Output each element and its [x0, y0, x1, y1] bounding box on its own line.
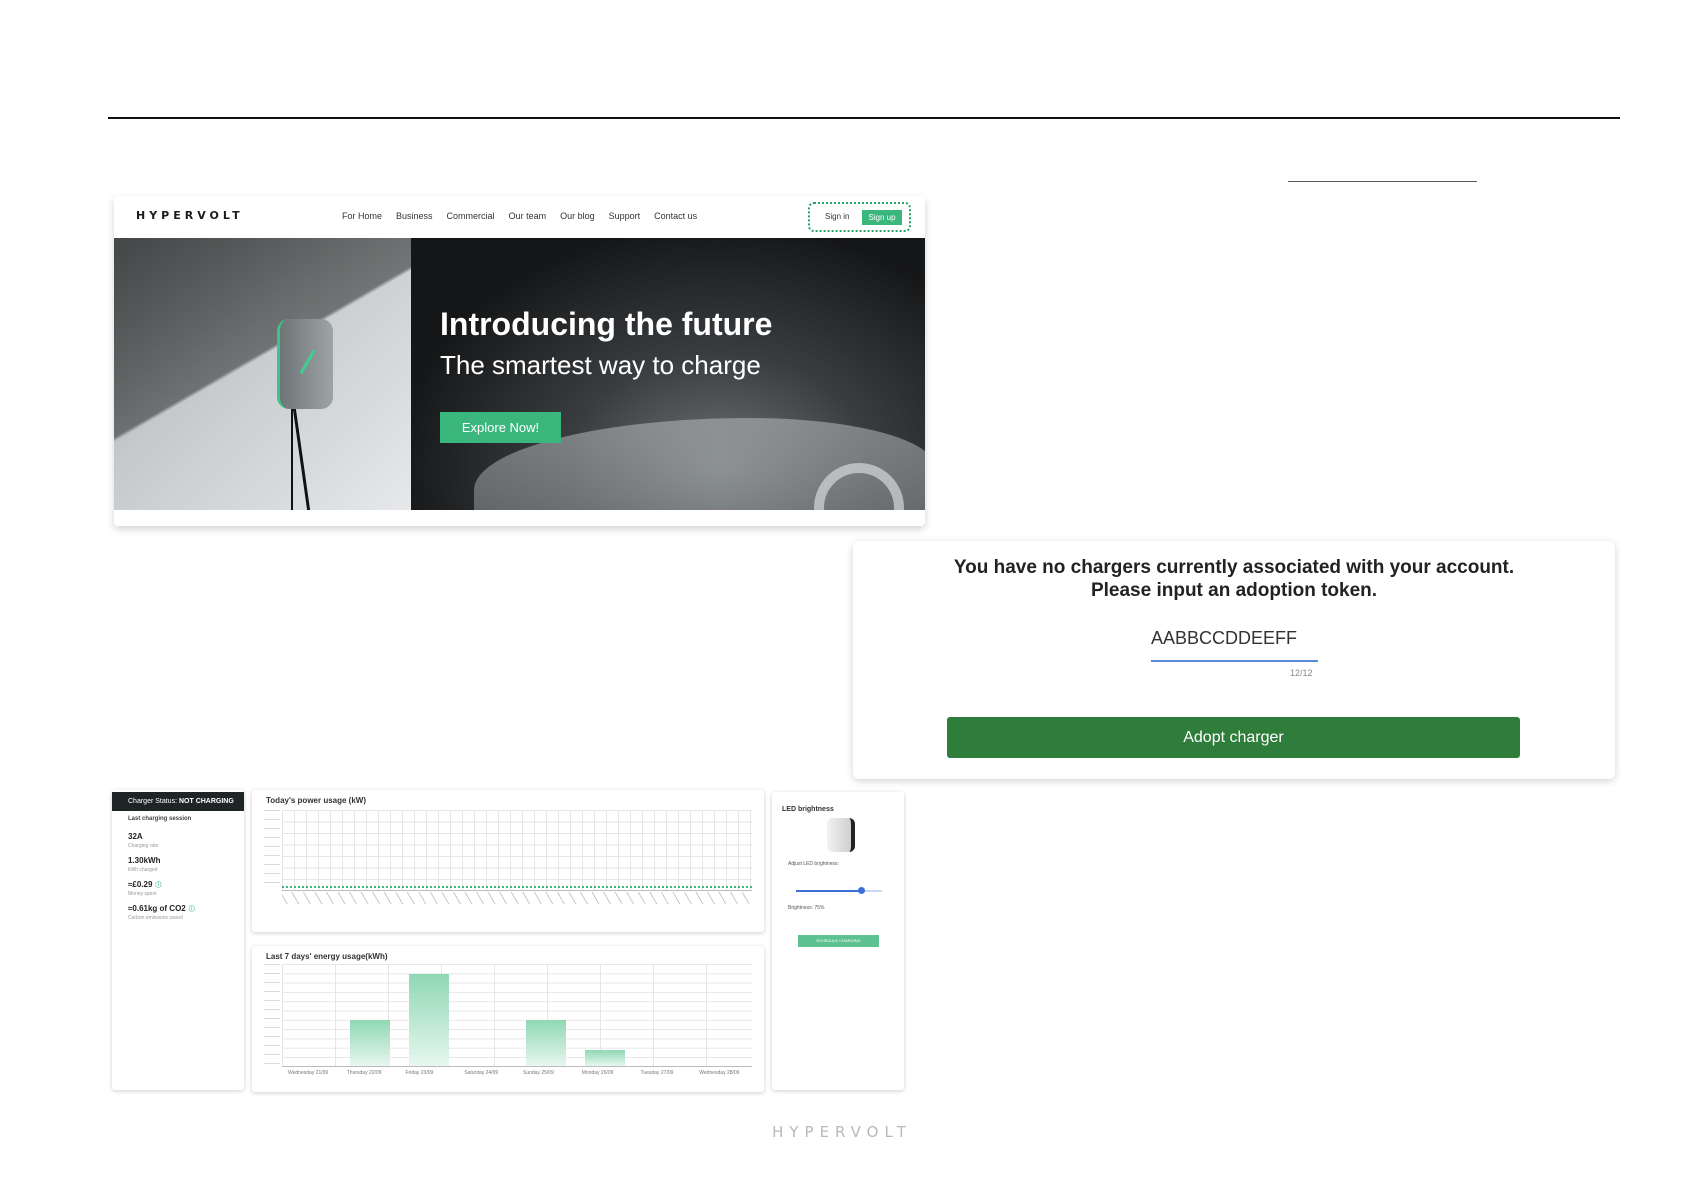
status-value: NOT CHARGING — [178, 798, 234, 805]
energy-x-label: Tuesday 27/09 — [640, 1070, 674, 1076]
hero-subtitle: The smartest way to charge — [440, 350, 761, 380]
energy-x-label: Thursday 22/09 — [346, 1070, 382, 1076]
site-navbar: HYPERVOLT For Home Business Commercial O… — [114, 196, 925, 238]
energy-y-axis — [264, 964, 280, 1066]
energy-charged-label: kWh charged — [128, 867, 158, 873]
energy-x-label: Sunday 25/09 — [523, 1070, 554, 1076]
adopt-message-line1: You have no chargers currently associate… — [953, 557, 1515, 578]
led-brightness-slider[interactable] — [796, 887, 882, 894]
energy-x-label: Wednesday 21/09 — [288, 1070, 329, 1076]
explore-now-button[interactable]: Explore Now! — [440, 412, 561, 443]
co2-saved: ≈0.61kg of CO2 ⓘ — [128, 904, 195, 913]
adopt-message-line2: Please input an adoption token. — [1090, 580, 1378, 601]
status-label: Charger Status: — [128, 798, 179, 805]
schedule-charging-button[interactable]: SCHEDULE CHARGING — [798, 935, 879, 947]
charger-image — [277, 319, 333, 409]
led-brightness-value: Brightness: 75% — [788, 905, 825, 911]
token-input-underline — [1151, 660, 1318, 662]
charging-current-label: Charging rate — [128, 843, 159, 849]
led-panel: LED brightness Adjust LED brightness: Br… — [772, 792, 904, 1090]
energy-bar — [408, 974, 449, 1066]
energy-usage-panel: Last 7 days' energy usage(kWh) Wednesday… — [252, 946, 764, 1092]
hero-banner: Introducing the future The smartest way … — [114, 238, 925, 510]
energy-x-label: Saturday 24/09 — [464, 1070, 499, 1076]
money-spent-label: Money spent — [128, 891, 157, 897]
token-char-counter: 12/12 — [1290, 668, 1313, 678]
energy-x-label: Wednesday 28/09 — [699, 1070, 740, 1076]
led-brightness-title: LED brightness — [782, 806, 834, 813]
power-x-axis — [282, 892, 752, 904]
charger-device-icon — [827, 818, 855, 852]
signin-link[interactable]: Sign in — [825, 212, 849, 221]
hero-title: Introducing the future — [440, 306, 773, 342]
hero-wall-shadow — [114, 238, 411, 510]
slider-fill — [796, 890, 861, 892]
nav-our-team[interactable]: Our team — [509, 211, 547, 221]
charging-current: 32A — [128, 832, 143, 841]
nav-support[interactable]: Support — [609, 211, 641, 221]
power-y-axis — [264, 810, 280, 890]
power-usage-title: Today's power usage (kW) — [266, 796, 366, 805]
nav-links: For Home Business Commercial Our team Ou… — [342, 211, 711, 221]
dashboard-preview: Charger Status: NOT CHARGING Last chargi… — [108, 790, 910, 1092]
money-spent: ≈£0.29 ⓘ — [128, 880, 161, 889]
footer-hypervolt-logo: HYPERVOLT — [772, 1123, 912, 1141]
charger-status-bar: Charger Status: NOT CHARGING — [112, 792, 244, 811]
short-divider — [1288, 181, 1477, 182]
adoption-token-input[interactable] — [1151, 627, 1317, 649]
nav-contact-us[interactable]: Contact us — [654, 211, 697, 221]
energy-usage-title: Last 7 days' energy usage(kWh) — [266, 952, 388, 961]
charger-cable — [291, 409, 293, 510]
slider-thumb[interactable] — [857, 887, 865, 894]
money-spent-value: ≈£0.29 — [128, 880, 153, 889]
signup-button[interactable]: Sign up — [862, 210, 902, 225]
info-icon[interactable]: ⓘ — [189, 907, 195, 913]
website-preview: HYPERVOLT For Home Business Commercial O… — [114, 196, 925, 526]
nav-for-home[interactable]: For Home — [342, 211, 382, 221]
charger-status-panel: Charger Status: NOT CHARGING Last chargi… — [112, 790, 244, 1090]
energy-x-label: Friday 23/09 — [405, 1070, 434, 1076]
auth-highlight: Sign in Sign up — [808, 202, 911, 232]
bolt-icon — [299, 349, 316, 375]
energy-bar — [526, 1020, 567, 1066]
adopt-charger-card: You have no chargers currently associate… — [853, 541, 1615, 779]
energy-bar — [350, 1020, 391, 1066]
energy-chart-grid — [282, 964, 752, 1067]
power-series-line — [282, 886, 752, 888]
energy-bar — [585, 1049, 626, 1066]
led-adjust-label: Adjust LED brightness: — [788, 861, 839, 867]
last-session-title: Last charging session — [128, 816, 192, 822]
nav-commercial[interactable]: Commercial — [447, 211, 495, 221]
info-icon[interactable]: ⓘ — [155, 883, 161, 889]
top-divider — [108, 117, 1620, 119]
nav-business[interactable]: Business — [396, 211, 433, 221]
power-chart-grid — [282, 810, 752, 891]
nav-our-blog[interactable]: Our blog — [560, 211, 595, 221]
adopt-charger-button[interactable]: Adopt charger — [947, 717, 1520, 758]
energy-x-label: Monday 26/09 — [581, 1070, 614, 1076]
adopt-message: You have no chargers currently associate… — [853, 556, 1615, 602]
energy-charged: 1.30kWh — [128, 856, 161, 865]
hypervolt-logo[interactable]: HYPERVOLT — [136, 209, 244, 222]
power-usage-panel: Today's power usage (kW) — [252, 790, 764, 932]
co2-saved-value: ≈0.61kg of CO2 — [128, 904, 186, 913]
co2-saved-label: Carbon emissions saved — [128, 915, 183, 921]
